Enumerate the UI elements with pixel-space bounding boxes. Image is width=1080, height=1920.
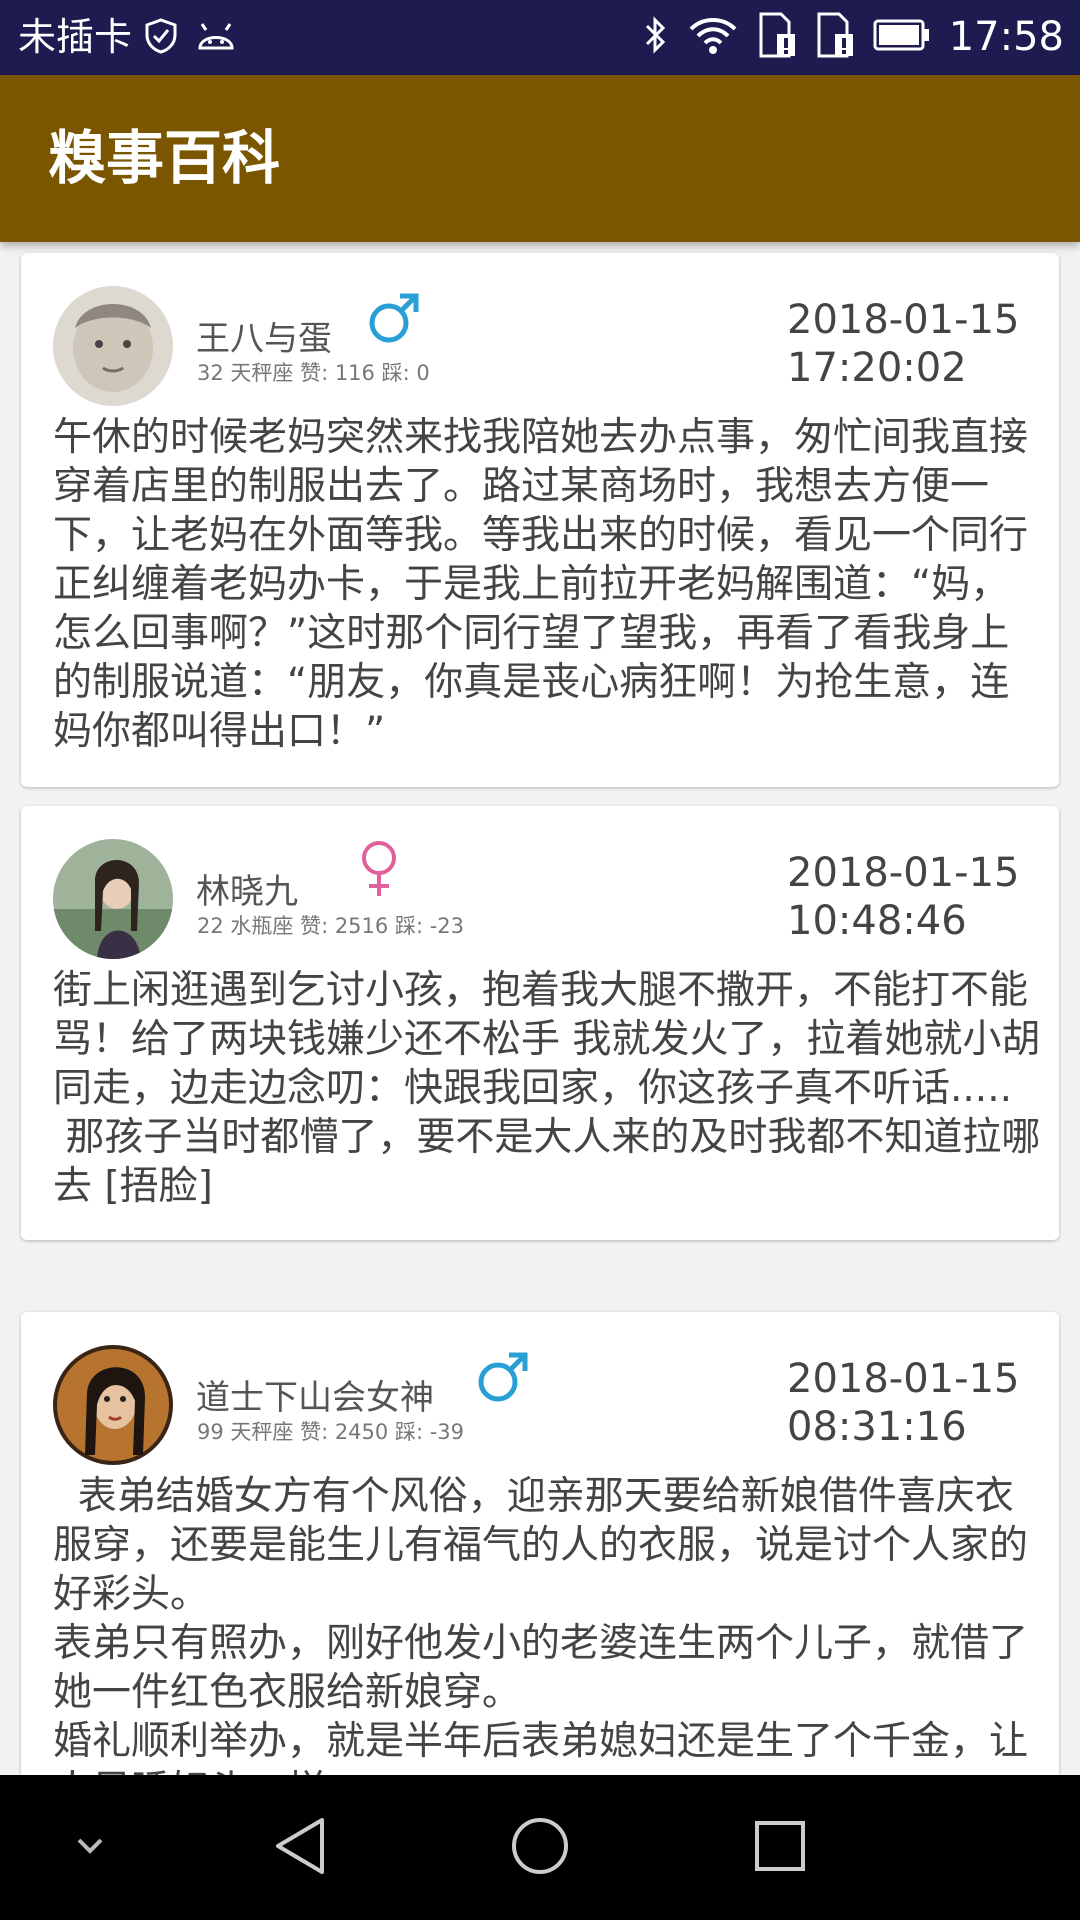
sim-2-icon (815, 12, 855, 62)
post-datetime: 2018-01-15 10:48:46 (787, 849, 1019, 945)
author-meta: 32 天秤座 赞: 116 踩: 0 (197, 361, 430, 385)
post-time: 08:31:16 (787, 1404, 967, 1450)
bluetooth-icon (643, 15, 669, 59)
author-name[interactable]: 道士下山会女神 (196, 1370, 434, 1419)
author-meta: 22 水瓶座 赞: 2516 踩: -23 (197, 914, 464, 938)
post-time: 10:48:46 (787, 898, 967, 944)
status-bar: 未插卡 17:58 (0, 0, 1080, 75)
app-title: 糗事百科 (48, 124, 281, 192)
male-icon (367, 291, 421, 349)
post-content[interactable]: 午休的时候老妈突然来找我陪她去办点事，匆忙间我直接穿着店里的制服出去了。路过某商… (53, 413, 1043, 756)
android-icon (196, 18, 236, 58)
battery-icon (873, 19, 931, 55)
post-content[interactable]: 表弟结婚女方有个风俗，迎亲那天要给新娘借件喜庆衣服穿，还要是能生儿有福气的人的衣… (53, 1472, 1043, 1775)
home-button[interactable] (480, 1775, 600, 1920)
recents-icon (754, 1820, 806, 1876)
post-content[interactable]: 街上闲逛遇到乞讨小孩，抱着我大腿不撒开，不能打不能骂！给了两块钱嫌少还不松手 我… (53, 966, 1043, 1211)
post-card[interactable]: 林晓九 22 水瓶座 赞: 2516 踩: -23 2018-01-15 10:… (21, 806, 1059, 1240)
post-card[interactable]: 道士下山会女神 99 天秤座 赞: 2450 踩: -39 2018-01-15… (21, 1312, 1059, 1775)
author-meta: 99 天秤座 赞: 2450 踩: -39 (197, 1420, 464, 1444)
post-feed[interactable]: 王八与蛋 32 天秤座 赞: 116 踩: 0 2018-01-15 17:20… (0, 250, 1080, 1775)
shield-icon (144, 18, 178, 58)
author-name[interactable]: 王八与蛋 (196, 311, 332, 360)
clock: 17:58 (948, 14, 1064, 60)
post-date: 2018-01-15 (787, 297, 1020, 343)
post-date: 2018-01-15 (787, 850, 1020, 896)
avatar[interactable] (53, 286, 173, 406)
recents-button[interactable] (720, 1775, 840, 1920)
home-icon (510, 1816, 570, 1880)
back-button[interactable] (240, 1775, 360, 1920)
hide-keyboard-button[interactable] (40, 1775, 140, 1920)
chevron-down-icon (75, 1836, 105, 1860)
carrier-label: 未插卡 (18, 15, 133, 59)
post-time: 17:20:02 (787, 345, 967, 391)
avatar[interactable] (53, 1345, 173, 1465)
female-icon (357, 840, 401, 902)
wifi-icon (687, 15, 739, 59)
post-card[interactable]: 王八与蛋 32 天秤座 赞: 116 踩: 0 2018-01-15 17:20… (21, 253, 1059, 787)
author-name[interactable]: 林晓九 (196, 864, 298, 913)
back-icon (272, 1816, 328, 1880)
avatar[interactable] (53, 839, 173, 959)
app-bar: 糗事百科 (0, 75, 1080, 242)
navigation-bar (0, 1775, 1080, 1920)
post-datetime: 2018-01-15 08:31:16 (787, 1355, 1019, 1451)
post-date: 2018-01-15 (787, 1356, 1020, 1402)
sim-1-icon (757, 12, 797, 62)
post-datetime: 2018-01-15 17:20:02 (787, 296, 1019, 392)
male-icon (476, 1350, 530, 1408)
